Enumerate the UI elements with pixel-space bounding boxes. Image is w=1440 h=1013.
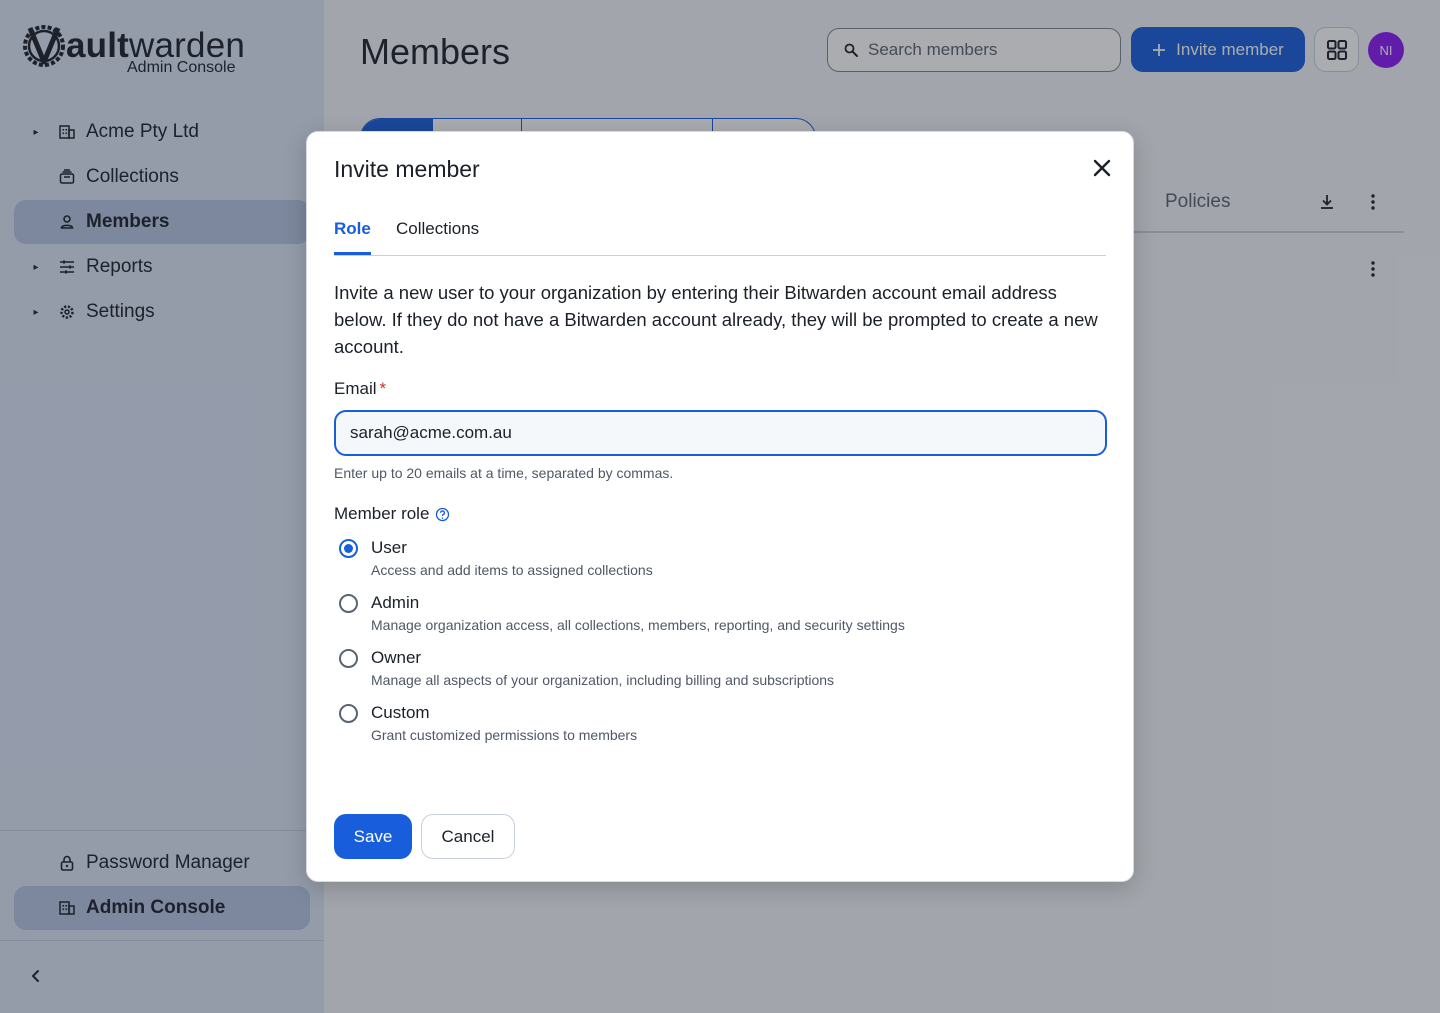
role-description: Grant customized permissions to members xyxy=(371,727,638,743)
close-icon[interactable] xyxy=(1090,156,1114,180)
role-option-user[interactable]: User Access and add items to assigned co… xyxy=(339,536,1039,584)
radio-owner[interactable] xyxy=(339,649,358,668)
email-label-text: Email xyxy=(334,379,377,398)
radio-admin[interactable] xyxy=(339,594,358,613)
role-option-custom[interactable]: Custom Grant customized permissions to m… xyxy=(339,701,1039,749)
invite-member-dialog: Invite member Role Collections Invite a … xyxy=(306,131,1134,882)
email-label: Email * xyxy=(334,378,386,400)
help-icon[interactable] xyxy=(435,507,450,522)
required-mark: * xyxy=(379,379,387,398)
role-option-admin[interactable]: Admin Manage organization access, all co… xyxy=(339,591,1039,639)
role-title: Custom xyxy=(371,703,430,722)
role-description: Manage all aspects of your organization,… xyxy=(371,672,835,688)
member-role-label-text: Member role xyxy=(334,504,430,523)
email-hint: Enter up to 20 emails at a time, separat… xyxy=(334,465,674,481)
member-role-label: Member role xyxy=(334,503,450,525)
dialog-title: Invite member xyxy=(334,156,480,182)
tab-collections[interactable]: Collections xyxy=(396,218,479,240)
invite-instructions: Invite a new user to your organization b… xyxy=(334,282,1098,357)
dialog-tabs: Role Collections xyxy=(334,218,1106,256)
save-button[interactable]: Save xyxy=(334,814,412,859)
role-title: Admin xyxy=(371,593,420,612)
cancel-button[interactable]: Cancel xyxy=(421,814,515,859)
role-option-owner[interactable]: Owner Manage all aspects of your organiz… xyxy=(339,646,1039,694)
role-description: Manage organization access, all collecti… xyxy=(371,617,905,633)
radio-user[interactable] xyxy=(339,539,358,558)
role-title: User xyxy=(371,538,407,557)
email-field[interactable] xyxy=(334,410,1107,456)
role-description: Access and add items to assigned collect… xyxy=(371,562,653,578)
role-title: Owner xyxy=(371,648,422,667)
radio-custom[interactable] xyxy=(339,704,358,723)
tab-role[interactable]: Role xyxy=(334,218,371,255)
